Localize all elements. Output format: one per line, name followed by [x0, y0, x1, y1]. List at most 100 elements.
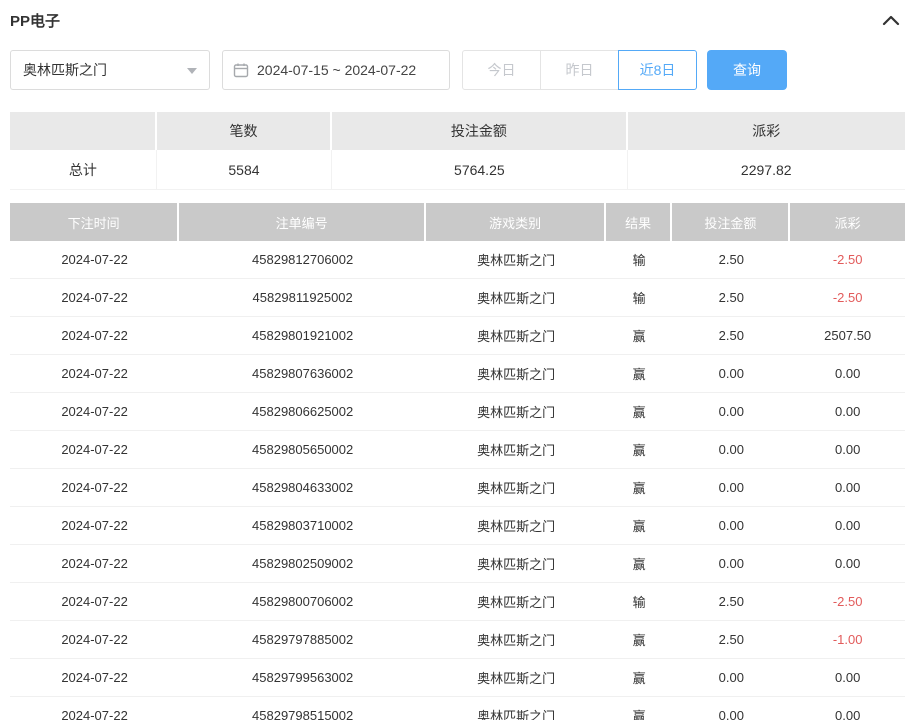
cell-order-no: 45829802509002	[179, 545, 426, 582]
cell-result: 赢	[606, 621, 672, 658]
table-row: 2024-07-22 45829804633002 奥林匹斯之门 赢 0.00 …	[10, 469, 905, 507]
chevron-up-icon	[882, 14, 900, 26]
cell-bet-amount: 2.50	[672, 317, 790, 354]
cell-payout: 0.00	[790, 507, 905, 544]
cell-bet-amount: 2.50	[672, 279, 790, 316]
game-select[interactable]: 奥林匹斯之门	[10, 50, 210, 90]
header-bet-amount: 投注金额	[672, 203, 790, 241]
cell-payout: -2.50	[790, 241, 905, 278]
cell-bet-time: 2024-07-22	[10, 317, 179, 354]
cell-order-no: 45829806625002	[179, 393, 426, 430]
cell-game-type: 奥林匹斯之门	[426, 393, 606, 430]
game-select-value: 奥林匹斯之门	[23, 60, 107, 80]
summary-table: 笔数 投注金额 派彩 总计 5584 5764.25 2297.82	[10, 112, 905, 190]
cell-payout: 2507.50	[790, 317, 905, 354]
cell-result: 赢	[606, 659, 672, 696]
cell-result: 输	[606, 583, 672, 620]
cell-result: 赢	[606, 355, 672, 392]
header-bet-time: 下注时间	[10, 203, 179, 241]
cell-bet-time: 2024-07-22	[10, 355, 179, 392]
bet-table: 下注时间 注单编号 游戏类别 结果 投注金额 派彩 2024-07-22 458…	[10, 203, 905, 720]
cell-result: 赢	[606, 507, 672, 544]
cell-order-no: 45829801921002	[179, 317, 426, 354]
header-payout: 派彩	[790, 203, 905, 241]
cell-bet-time: 2024-07-22	[10, 545, 179, 582]
cell-payout: -1.00	[790, 621, 905, 658]
cell-bet-amount: 0.00	[672, 431, 790, 468]
table-row: 2024-07-22 45829797885002 奥林匹斯之门 赢 2.50 …	[10, 621, 905, 659]
calendar-icon	[233, 62, 249, 78]
summary-header-row: 笔数 投注金额 派彩	[10, 112, 905, 150]
cell-bet-time: 2024-07-22	[10, 279, 179, 316]
quick-range-group: 今日 昨日 近8日	[462, 50, 697, 90]
cell-result: 输	[606, 279, 672, 316]
cell-game-type: 奥林匹斯之门	[426, 469, 606, 506]
cell-bet-amount: 0.00	[672, 697, 790, 720]
cell-bet-amount: 2.50	[672, 241, 790, 278]
cell-bet-amount: 0.00	[672, 469, 790, 506]
cell-payout: 0.00	[790, 469, 905, 506]
cell-bet-amount: 2.50	[672, 583, 790, 620]
cell-bet-time: 2024-07-22	[10, 469, 179, 506]
bet-table-body: 2024-07-22 45829812706002 奥林匹斯之门 输 2.50 …	[10, 241, 905, 720]
cell-bet-amount: 2.50	[672, 621, 790, 658]
cell-game-type: 奥林匹斯之门	[426, 431, 606, 468]
cell-payout: 0.00	[790, 355, 905, 392]
today-button[interactable]: 今日	[462, 50, 541, 90]
cell-order-no: 45829811925002	[179, 279, 426, 316]
last-8-days-button[interactable]: 近8日	[618, 50, 697, 90]
cell-payout: 0.00	[790, 393, 905, 430]
cell-game-type: 奥林匹斯之门	[426, 279, 606, 316]
cell-payout: 0.00	[790, 431, 905, 468]
collapse-panel-button[interactable]	[877, 6, 905, 34]
filter-bar: 奥林匹斯之门 2024-07-15 ~ 2024-07-22 今日 昨日 近8日…	[10, 50, 905, 90]
table-row: 2024-07-22 45829799563002 奥林匹斯之门 赢 0.00 …	[10, 659, 905, 697]
panel-header: PP电子	[10, 0, 905, 40]
cell-result: 赢	[606, 393, 672, 430]
cell-payout: 0.00	[790, 545, 905, 582]
cell-bet-amount: 0.00	[672, 355, 790, 392]
summary-header-count: 笔数	[157, 112, 332, 150]
cell-bet-amount: 0.00	[672, 659, 790, 696]
cell-bet-time: 2024-07-22	[10, 393, 179, 430]
cell-bet-time: 2024-07-22	[10, 621, 179, 658]
table-row: 2024-07-22 45829798515002 奥林匹斯之门 赢 0.00 …	[10, 697, 905, 720]
cell-bet-amount: 0.00	[672, 545, 790, 582]
cell-bet-time: 2024-07-22	[10, 507, 179, 544]
cell-payout: -2.50	[790, 279, 905, 316]
cell-bet-time: 2024-07-22	[10, 431, 179, 468]
cell-order-no: 45829798515002	[179, 697, 426, 720]
date-range-input[interactable]: 2024-07-15 ~ 2024-07-22	[222, 50, 450, 90]
cell-result: 赢	[606, 431, 672, 468]
cell-game-type: 奥林匹斯之门	[426, 545, 606, 582]
cell-game-type: 奥林匹斯之门	[426, 697, 606, 720]
cell-result: 输	[606, 241, 672, 278]
table-row: 2024-07-22 45829805650002 奥林匹斯之门 赢 0.00 …	[10, 431, 905, 469]
cell-order-no: 45829799563002	[179, 659, 426, 696]
summary-total-row: 总计 5584 5764.25 2297.82	[10, 150, 905, 190]
yesterday-button[interactable]: 昨日	[540, 50, 619, 90]
cell-order-no: 45829807636002	[179, 355, 426, 392]
cell-bet-amount: 0.00	[672, 507, 790, 544]
table-row: 2024-07-22 45829803710002 奥林匹斯之门 赢 0.00 …	[10, 507, 905, 545]
cell-game-type: 奥林匹斯之门	[426, 507, 606, 544]
header-game-type: 游戏类别	[426, 203, 606, 241]
cell-order-no: 45829804633002	[179, 469, 426, 506]
table-row: 2024-07-22 45829802509002 奥林匹斯之门 赢 0.00 …	[10, 545, 905, 583]
query-button[interactable]: 查询	[707, 50, 787, 90]
cell-order-no: 45829805650002	[179, 431, 426, 468]
cell-game-type: 奥林匹斯之门	[426, 241, 606, 278]
cell-result: 赢	[606, 697, 672, 720]
bet-table-header-row: 下注时间 注单编号 游戏类别 结果 投注金额 派彩	[10, 203, 905, 241]
summary-header-blank	[10, 112, 157, 150]
table-row: 2024-07-22 45829811925002 奥林匹斯之门 输 2.50 …	[10, 279, 905, 317]
page-title: PP电子	[10, 10, 60, 31]
summary-header-bet-amount: 投注金额	[332, 112, 627, 150]
table-row: 2024-07-22 45829806625002 奥林匹斯之门 赢 0.00 …	[10, 393, 905, 431]
cell-order-no: 45829800706002	[179, 583, 426, 620]
cell-game-type: 奥林匹斯之门	[426, 317, 606, 354]
cell-bet-time: 2024-07-22	[10, 697, 179, 720]
cell-bet-time: 2024-07-22	[10, 583, 179, 620]
summary-payout-value: 2297.82	[628, 150, 905, 189]
chevron-down-icon	[187, 68, 197, 74]
